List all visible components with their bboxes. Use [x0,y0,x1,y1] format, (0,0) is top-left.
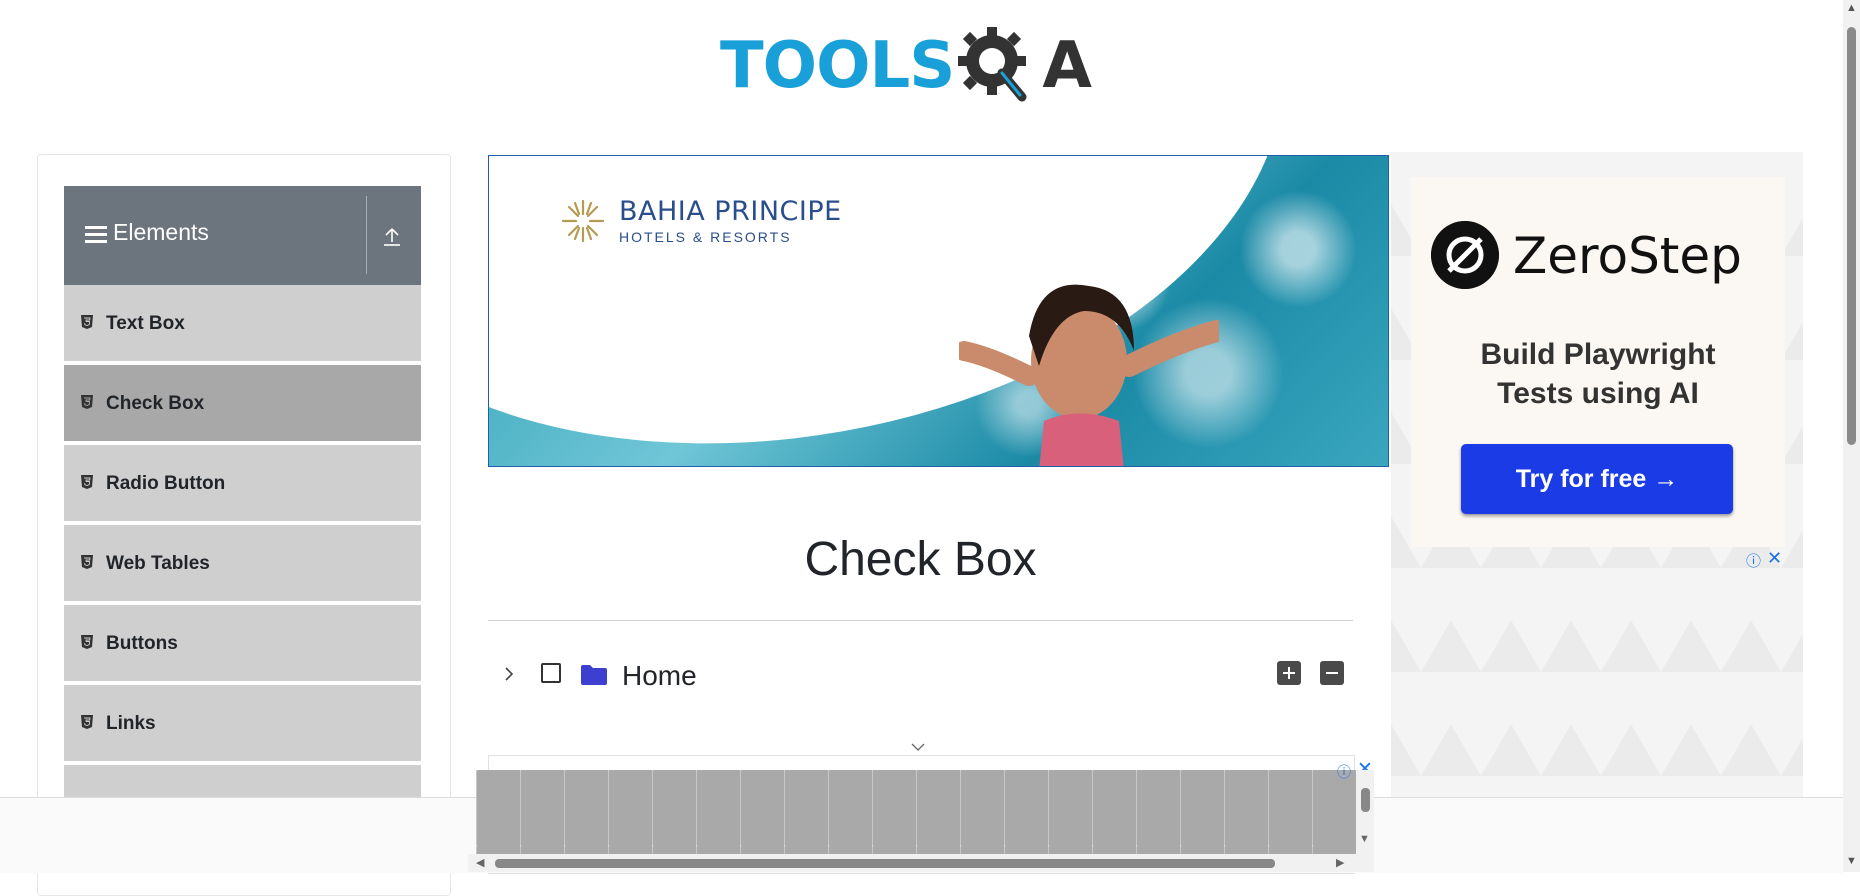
elements-group-header[interactable]: Elements [64,186,421,285]
ad-tagline-line2: Tests using AI [1497,377,1699,410]
ad-info-icon[interactable]: ⓘ [1746,550,1761,571]
collapse-all-button[interactable] [1320,661,1344,685]
html5-icon [81,475,93,489]
gear-magnifier-icon [958,27,1027,102]
html5-icon [81,635,93,649]
logo-text-tools: TOOLS [720,29,955,103]
scroll-down-arrow-icon[interactable]: ▼ [1846,855,1857,867]
ad-tagline: Build Playwright Tests using AI [1411,335,1785,413]
folder-icon [581,665,607,685]
sidebar-item-label: Buttons [106,633,178,654]
sidebar-item-label: Links [106,713,156,734]
page-title: Check Box [804,533,1037,586]
tree-node-label[interactable]: Home [622,660,697,692]
bahia-principe-brand: BAHIA PRINCIPE HOTELS & RESORTS [559,196,842,245]
html5-icon [81,315,93,329]
sidebar-item-buttons[interactable]: Buttons [64,605,421,683]
zerostep-ad[interactable]: ZeroStep Build Playwright Tests using AI… [1391,152,1803,872]
html5-icon [81,395,93,409]
sidebar-item-radio-button[interactable]: Radio Button [64,445,421,523]
swimmer-image [959,284,1219,466]
html5-icon [81,555,93,569]
collapse-up-icon[interactable] [382,224,402,248]
page-scrollbar-thumb[interactable] [1847,27,1856,445]
tree-node-home: Home [488,650,1353,700]
ad-close-icon[interactable]: ✕ [1767,548,1782,569]
ad-brand-name: ZeroStep [1513,227,1742,285]
zerostep-logo-icon [1431,221,1499,289]
scrollbar-thumb[interactable] [495,859,1275,868]
expand-all-button[interactable] [1277,661,1301,685]
sidebar-item-links[interactable]: Links [64,685,421,763]
banner-ad[interactable]: BAHIA PRINCIPE HOTELS & RESORTS [488,155,1389,467]
title-divider [488,620,1353,621]
ad-card: ZeroStep Build Playwright Tests using AI… [1411,177,1785,547]
scroll-left-arrow-icon[interactable]: ◀ [476,856,484,869]
sidebar-item-check-box[interactable]: Check Box [64,365,421,443]
brand-name: BAHIA PRINCIPE [619,196,842,227]
page-scrollbar[interactable]: ▲ ▼ [1843,0,1860,872]
sidebar-item-label: Web Tables [106,553,210,574]
bottom-ad-horizontal-scrollbar[interactable]: ◀ ▶ [468,854,1374,872]
bottom-ad-vertical-scrollbar[interactable]: ▼ [1356,770,1374,854]
brand-subtitle: HOTELS & RESORTS [619,229,792,245]
scroll-right-arrow-icon[interactable]: ▶ [1336,856,1344,869]
hamburger-icon [85,226,107,244]
header-divider [366,196,367,274]
group-title: Elements [113,219,209,245]
chevron-down-icon [911,743,925,751]
scrollbar-thumb[interactable] [1361,788,1370,812]
sun-logo-icon [561,199,605,242]
try-for-free-button[interactable]: Try for free → [1461,444,1733,514]
sidebar-item-label: Check Box [106,393,205,414]
toolsqa-logo[interactable]: TOOLS A [720,18,1092,114]
ad-tagline-line1: Build Playwright [1480,338,1716,371]
scroll-up-arrow-icon[interactable]: ▲ [1846,2,1857,14]
sidebar-item-text-box[interactable]: Text Box [64,285,421,363]
home-checkbox[interactable] [541,663,561,683]
sidebar-item-web-tables[interactable]: Web Tables [64,525,421,603]
sidebar-item-label: Radio Button [106,473,226,494]
bottom-ad-info-icon[interactable]: ⓘ [1337,762,1351,782]
logo-text-qa: A [1042,29,1092,103]
sidebar-item-label: Text Box [106,313,185,334]
chevron-right-icon[interactable] [502,664,516,684]
bottom-ad-image[interactable] [476,770,1356,854]
html5-icon [81,715,93,729]
scroll-down-arrow-icon[interactable]: ▼ [1359,833,1370,845]
